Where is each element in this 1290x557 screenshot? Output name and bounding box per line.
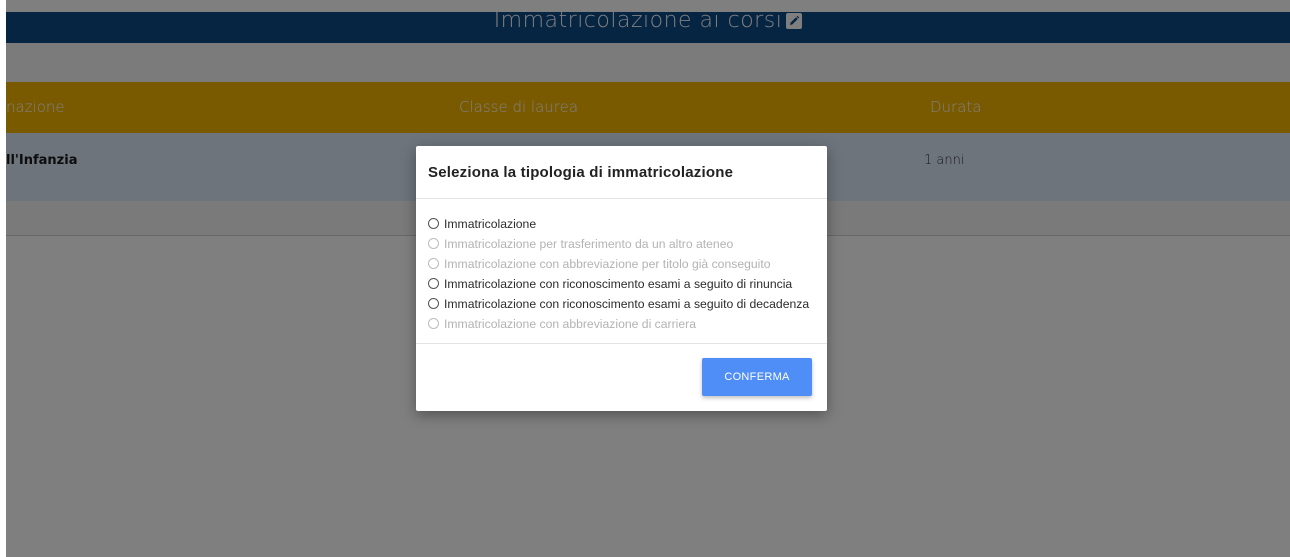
option-label: Immatricolazione con riconoscimento esam… xyxy=(444,297,810,311)
option-label: Immatricolazione per trasferimento da un… xyxy=(444,237,734,251)
option-abbreviazione-titolo: Immatricolazione con abbreviazione per t… xyxy=(428,254,823,274)
enrollment-type-options: Immatricolazione Immatricolazione per tr… xyxy=(428,214,823,334)
confirm-button[interactable]: CONFERMA xyxy=(702,358,812,396)
option-label: Immatricolazione xyxy=(444,217,537,231)
option-riconoscimento-rinuncia[interactable]: Immatricolazione con riconoscimento esam… xyxy=(428,274,823,294)
option-abbreviazione-carriera: Immatricolazione con abbreviazione di ca… xyxy=(428,314,823,334)
radio-button-icon xyxy=(428,318,439,330)
page: Immatricolazione ai corsi nazione Classe… xyxy=(0,0,1290,557)
radio-button-icon[interactable] xyxy=(428,298,439,310)
option-label: Immatricolazione con abbreviazione di ca… xyxy=(444,317,696,331)
radio-button-icon[interactable] xyxy=(428,278,439,290)
option-riconoscimento-decadenza[interactable]: Immatricolazione con riconoscimento esam… xyxy=(428,294,823,314)
option-label: Immatricolazione con abbreviazione per t… xyxy=(444,257,771,271)
dialog-divider-top xyxy=(416,198,827,199)
radio-button-icon xyxy=(428,258,439,270)
radio-button-icon[interactable] xyxy=(428,218,439,230)
dialog-divider-bottom xyxy=(416,343,827,344)
option-trasferimento: Immatricolazione per trasferimento da un… xyxy=(428,234,823,254)
option-immatricolazione[interactable]: Immatricolazione xyxy=(428,214,823,234)
enrollment-type-dialog: Seleziona la tipologia di immatricolazio… xyxy=(416,146,827,411)
option-label: Immatricolazione con riconoscimento esam… xyxy=(444,277,793,291)
dialog-title: Seleziona la tipologia di immatricolazio… xyxy=(428,164,734,181)
radio-button-icon xyxy=(428,238,439,250)
